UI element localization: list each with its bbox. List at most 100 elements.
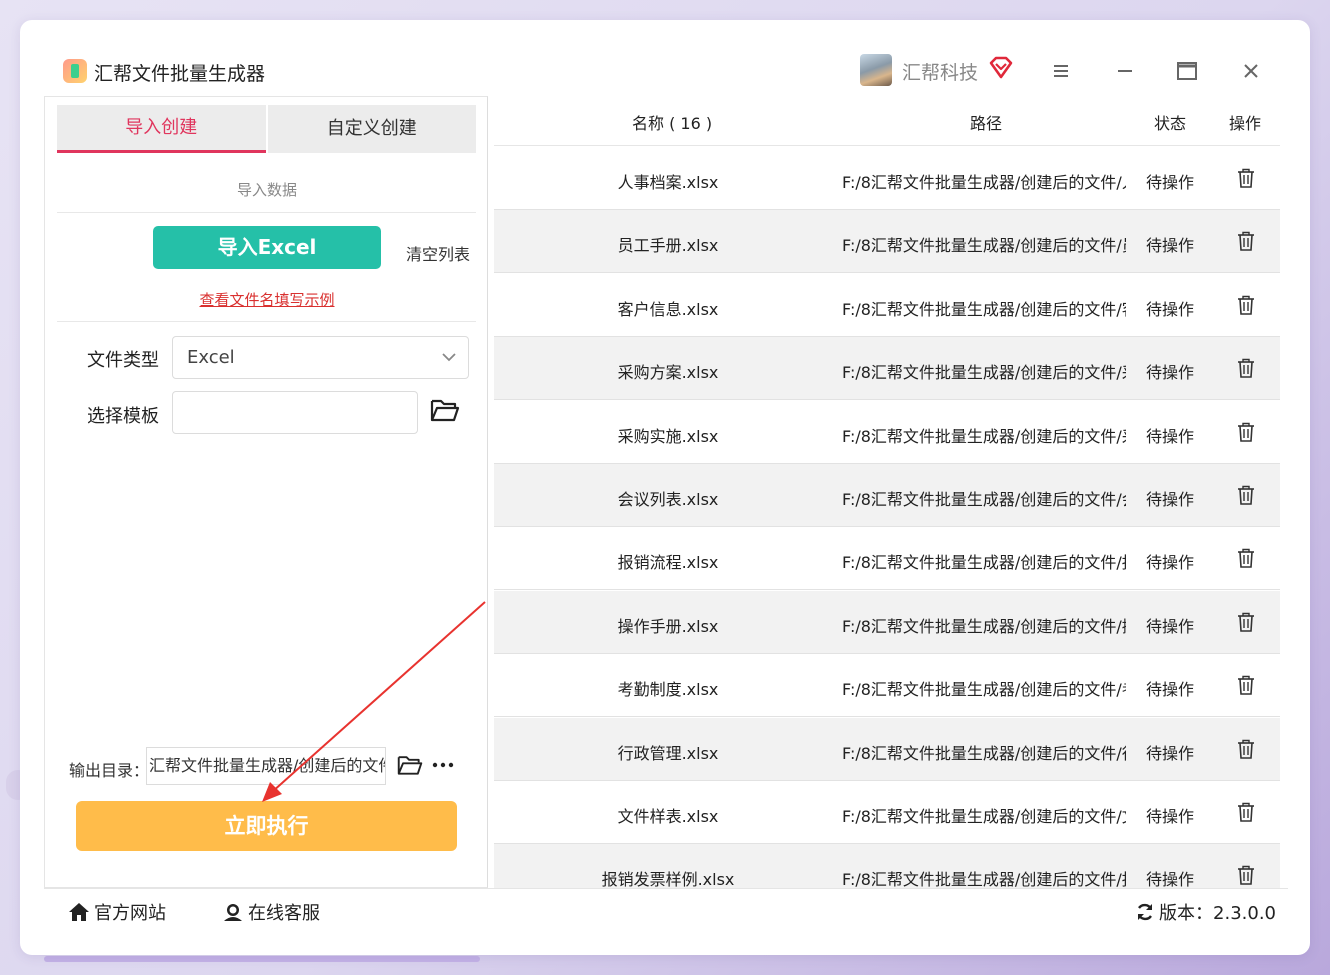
file-name-cell: 会议列表.xlsx (617, 490, 719, 509)
divider (57, 212, 476, 213)
brand-name: 汇帮科技 (902, 62, 979, 84)
version-label: 版本：2.3.0.0 (1159, 903, 1276, 924)
folder-open-icon[interactable] (430, 397, 460, 423)
execute-button[interactable]: 立即执行 (76, 801, 457, 851)
status-cell: 待操作 (1146, 490, 1195, 509)
header-name[interactable]: 名称 ( 16 ) (632, 110, 712, 134)
trash-icon[interactable] (1237, 865, 1255, 886)
import-excel-button[interactable]: 导入Excel (153, 226, 381, 269)
table-row[interactable]: 人事档案.xlsx F:/8汇帮文件批量生成器/创建后的文件/人事档案.xlsx 待… (494, 147, 1280, 210)
table-row[interactable]: 行政管理.xlsx F:/8汇帮文件批量生成器/创建后的文件/行政管理.xlsx 待… (494, 717, 1280, 781)
file-path-cell: F:/8汇帮文件批量生成器/创建后的文件/操作手册.xlsx (842, 616, 1126, 636)
tab-import-create[interactable]: 导入创建 (57, 105, 266, 153)
filename-example-link[interactable]: 查看文件名填写示例 (45, 289, 489, 310)
footer: 官方网站 在线客服 版本：2.3.0.0 (44, 888, 1288, 932)
trash-icon[interactable] (1237, 295, 1255, 315)
clear-list-button[interactable]: 清空列表 (406, 241, 470, 265)
title-bar: 汇帮文件批量生成器 汇帮科技 (20, 45, 1310, 97)
user-avatar[interactable] (860, 54, 892, 86)
table-row[interactable]: 报销发票样例.xlsx F:/8汇帮文件批量生成器/创建后的文件/报销发票样例.x… (494, 844, 1280, 888)
official-website-link[interactable]: 官方网站 (68, 899, 166, 925)
table-row[interactable]: 操作手册.xlsx F:/8汇帮文件批量生成器/创建后的文件/操作手册.xlsx 待… (494, 590, 1280, 654)
status-cell: 待操作 (1146, 553, 1195, 573)
vip-diamond-icon[interactable] (988, 55, 1014, 81)
tab-custom-create[interactable]: 自定义创建 (265, 105, 476, 153)
file-name-cell: 行政管理.xlsx (617, 743, 719, 763)
file-name-cell: 考勤制度.xlsx (617, 680, 719, 700)
menu-icon[interactable] (1046, 57, 1076, 85)
trash-icon[interactable] (1237, 485, 1255, 505)
table-row[interactable]: 采购实施.xlsx F:/8汇帮文件批量生成器/创建后的文件/采购实施.xlsx 待… (494, 401, 1280, 464)
home-icon (69, 903, 89, 921)
file-name-cell: 采购方案.xlsx (617, 363, 719, 383)
official-website-label: 官方网站 (94, 903, 166, 924)
table-row[interactable]: 客户信息.xlsx F:/8汇帮文件批量生成器/创建后的文件/客户信息.xlsx 待… (494, 274, 1280, 337)
file-path-cell: F:/8汇帮文件批量生成器/创建后的文件/采购实施.xlsx (842, 426, 1126, 446)
status-cell: 待操作 (1146, 616, 1195, 636)
online-support-link[interactable]: 在线客服 (222, 899, 320, 925)
file-name-cell: 人事档案.xlsx (617, 173, 719, 192)
trash-icon[interactable] (1237, 739, 1255, 759)
file-type-value: Excel (187, 347, 235, 368)
refresh-icon[interactable] (1135, 902, 1155, 922)
trash-icon[interactable] (1237, 168, 1255, 188)
table-row[interactable]: 会议列表.xlsx F:/8汇帮文件批量生成器/创建后的文件/会议列表.xlsx 待… (494, 464, 1280, 527)
trash-icon[interactable] (1237, 612, 1255, 632)
maximize-icon[interactable] (1172, 57, 1202, 85)
output-dir-label: 输出目录： (69, 761, 150, 780)
file-path-cell: F:/8汇帮文件批量生成器/创建后的文件/行政管理.xlsx (842, 743, 1126, 763)
chevron-down-icon (442, 353, 456, 362)
table-header: 名称 ( 16 ) 路径 状态 操作 (494, 96, 1280, 146)
status-cell: 待操作 (1146, 680, 1195, 700)
import-data-label: 导入数据 (236, 181, 297, 199)
file-name-cell: 操作手册.xlsx (617, 616, 719, 636)
file-name-cell: 文件样表.xlsx (617, 807, 719, 826)
table-row[interactable]: 采购方案.xlsx F:/8汇帮文件批量生成器/创建后的文件/采购方案.xlsx 待… (494, 337, 1280, 401)
table-row[interactable]: 报销流程.xlsx F:/8汇帮文件批量生成器/创建后的文件/报销流程.xlsx 待… (494, 527, 1280, 591)
header-action: 操作 (1229, 114, 1262, 133)
file-name-cell: 员工手册.xlsx (617, 236, 719, 256)
trash-icon[interactable] (1237, 422, 1255, 442)
trash-icon[interactable] (1237, 231, 1255, 252)
file-name-cell: 采购实施.xlsx (617, 426, 719, 446)
trash-icon[interactable] (1237, 358, 1255, 378)
status-cell: 待操作 (1146, 363, 1195, 383)
file-path-cell: F:/8汇帮文件批量生成器/创建后的文件/会议列表.xlsx (842, 490, 1126, 509)
version-info: 版本：2.3.0.0 (1135, 899, 1276, 925)
output-folder-icon[interactable] (397, 753, 423, 777)
file-type-select[interactable]: Excel (172, 336, 469, 379)
divider (57, 321, 476, 322)
table-row[interactable]: 员工手册.xlsx F:/8汇帮文件批量生成器/创建后的文件/员工手册.xlsx 待… (494, 210, 1280, 274)
file-name-cell: 报销流程.xlsx (617, 553, 719, 573)
app-logo-icon (63, 59, 87, 83)
file-path-cell: F:/8汇帮文件批量生成器/创建后的文件/考勤制度.xlsx (842, 680, 1126, 700)
file-table: 名称 ( 16 ) 路径 状态 操作 人事档案.xlsx F:/8汇帮文件批量生成… (494, 96, 1280, 888)
file-path-cell: F:/8汇帮文件批量生成器/创建后的文件/员工手册.xlsx (842, 236, 1126, 256)
support-agent-icon (224, 904, 242, 921)
file-path-cell: F:/8汇帮文件批量生成器/创建后的文件/客户信息.xlsx (842, 299, 1126, 319)
trash-icon[interactable] (1237, 802, 1255, 822)
app-window: 汇帮文件批量生成器 汇帮科技 导入创建 自定义创建 导入数据 导入Excel 清… (20, 20, 1310, 955)
online-support-label: 在线客服 (248, 903, 320, 924)
status-cell: 待操作 (1146, 426, 1195, 446)
table-row[interactable]: 文件样表.xlsx F:/8汇帮文件批量生成器/创建后的文件/文件样表.xlsx 待… (494, 781, 1280, 844)
status-cell: 待操作 (1146, 743, 1195, 763)
file-path-cell: F:/8汇帮文件批量生成器/创建后的文件/采购方案.xlsx (842, 363, 1126, 383)
template-label: 选择模板 (87, 406, 159, 427)
minimize-icon[interactable] (1110, 57, 1140, 85)
trash-icon[interactable] (1237, 548, 1255, 569)
status-cell: 待操作 (1146, 299, 1195, 319)
left-panel: 导入创建 自定义创建 导入数据 导入Excel 清空列表 查看文件名填写示例 文… (44, 96, 488, 888)
more-options-icon[interactable] (431, 757, 455, 773)
close-icon[interactable] (1236, 57, 1266, 85)
table-row[interactable]: 考勤制度.xlsx F:/8汇帮文件批量生成器/创建后的文件/考勤制度.xlsx 待… (494, 654, 1280, 718)
file-name-cell: 报销发票样例.xlsx (601, 870, 735, 888)
file-path-cell: F:/8汇帮文件批量生成器/创建后的文件/文件样表.xlsx (842, 807, 1126, 826)
file-path-cell: F:/8汇帮文件批量生成器/创建后的文件/报销流程.xlsx (842, 553, 1126, 573)
template-input[interactable] (172, 391, 418, 434)
output-dir-field[interactable]: 汇帮文件批量生成器/创建后的文件 (146, 747, 386, 785)
status-cell: 待操作 (1146, 236, 1195, 256)
status-cell: 待操作 (1146, 870, 1195, 888)
trash-icon[interactable] (1237, 675, 1255, 695)
mode-tabs: 导入创建 自定义创建 (57, 105, 476, 153)
